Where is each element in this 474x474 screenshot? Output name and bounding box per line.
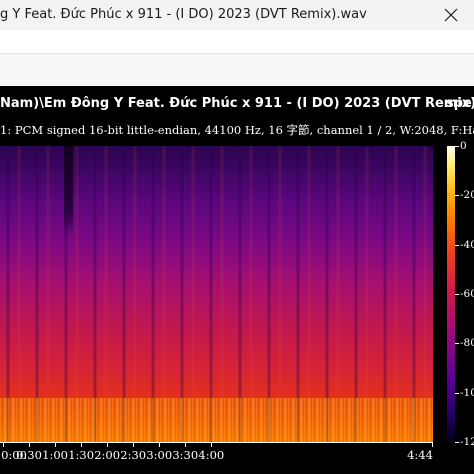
time-axis-label: 1:00 [42, 448, 68, 462]
time-axis-label: 1:30 [68, 448, 95, 462]
time-axis-tick [133, 442, 135, 447]
window-title: g Y Feat. Đức Phúc x 911 - (I DO) 2023 (… [0, 7, 367, 22]
time-axis-label: 4:00 [198, 448, 225, 462]
db-colorbar-label: -60 [460, 288, 474, 300]
db-colorbar-label: -80 [460, 337, 474, 350]
app-name: spek [446, 96, 474, 111]
time-axis-label: 3:00 [146, 448, 173, 462]
db-colorbar-label: -20 [460, 189, 474, 202]
time-axis-label: 2:00 [94, 448, 121, 462]
db-colorbar-tick [455, 244, 459, 246]
toolbar [0, 53, 474, 87]
time-axis-tick [107, 442, 109, 447]
db-colorbar-tick [455, 195, 459, 197]
time-axis-label: 4:44 [407, 448, 433, 462]
time-axis-tick [159, 442, 161, 447]
db-colorbar [447, 146, 455, 442]
time-axis-label: 0:30 [16, 448, 42, 462]
close-icon [444, 8, 458, 22]
spectrogram-low-frequency [0, 398, 433, 442]
time-axis [0, 442, 433, 443]
time-axis-tick [29, 442, 31, 447]
window-titlebar: g Y Feat. Đức Phúc x 911 - (I DO) 2023 (… [0, 0, 474, 30]
window-spacer [0, 30, 474, 53]
spectrogram-plot[interactable] [0, 146, 433, 442]
db-colorbar-label: 0 [460, 140, 467, 152]
time-axis-tick [185, 442, 187, 447]
db-colorbar-tick [455, 343, 459, 345]
db-colorbar-label: -40 [460, 238, 474, 251]
time-axis-tick [432, 442, 433, 447]
stream-info: 1: PCM signed 16-bit little-endian, 4410… [0, 123, 474, 137]
file-path: Nam)\Em Đông Y Feat. Đức Phúc x 911 - (I… [0, 96, 474, 111]
db-colorbar-tick [455, 392, 459, 394]
db-colorbar-label: -120 [460, 436, 474, 448]
spectrogram-viewer[interactable]: Nam)\Em Đông Y Feat. Đức Phúc x 911 - (I… [0, 86, 474, 474]
time-axis-tick [3, 442, 4, 447]
spectrogram-quiet-section [64, 146, 73, 236]
db-colorbar-label: -100 [460, 386, 474, 399]
time-axis-label: 3:30 [172, 448, 199, 462]
db-colorbar-tick [455, 294, 459, 295]
time-axis-label: 2:30 [120, 448, 147, 462]
time-axis-tick [211, 442, 213, 447]
time-axis-tick [55, 442, 57, 447]
db-colorbar-tick [455, 146, 459, 147]
close-button[interactable] [428, 0, 474, 30]
time-axis-tick [81, 442, 83, 447]
db-colorbar-tick [455, 442, 459, 443]
